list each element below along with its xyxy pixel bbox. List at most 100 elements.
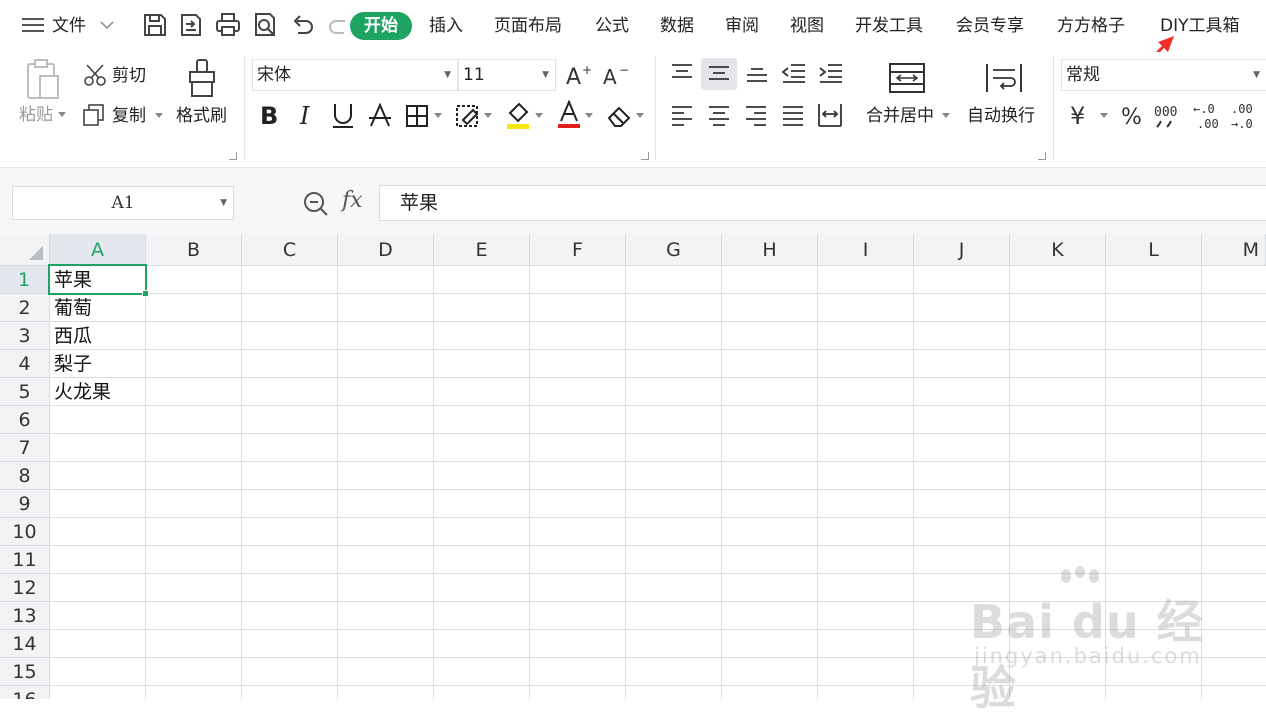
row-header-1[interactable]: 1: [0, 266, 50, 294]
decrease-indent-icon[interactable]: [781, 62, 807, 84]
copy-icon[interactable]: [83, 104, 105, 126]
align-center-icon[interactable]: [707, 104, 731, 126]
row-header-16[interactable]: 16: [0, 686, 50, 699]
fx-insert-function-button[interactable]: fx: [342, 188, 363, 213]
bold-icon[interactable]: B: [258, 102, 282, 128]
column-header-b[interactable]: B: [146, 234, 242, 266]
file-menu[interactable]: 文件: [52, 14, 86, 38]
decrease-font-size-icon[interactable]: A −: [603, 62, 631, 88]
cell-style-dropdown-icon[interactable]: [484, 113, 492, 119]
print-preview-icon[interactable]: [253, 12, 279, 38]
row-header-6[interactable]: 6: [0, 406, 50, 434]
tab-page-layout[interactable]: 页面布局: [494, 14, 562, 38]
percent-format-icon[interactable]: %: [1120, 102, 1144, 128]
paste-label[interactable]: 粘贴: [19, 104, 53, 126]
tab-formulas[interactable]: 公式: [595, 14, 629, 38]
cell-a5[interactable]: 火龙果: [50, 378, 146, 406]
font-size-select[interactable]: 11 ▼: [458, 59, 556, 91]
scissors-icon[interactable]: [84, 64, 106, 86]
increase-font-size-icon[interactable]: A +: [566, 62, 594, 88]
font-group-launcher[interactable]: [641, 152, 649, 160]
distributed-align-icon[interactable]: [817, 102, 843, 128]
column-header-c[interactable]: C: [242, 234, 338, 266]
wrap-text-icon[interactable]: [985, 62, 1023, 96]
borders-dropdown-icon[interactable]: [434, 113, 442, 119]
merge-center-label[interactable]: 合并居中: [866, 105, 934, 127]
merge-center-icon[interactable]: [888, 62, 928, 96]
number-format-select[interactable]: 常规 ▼: [1061, 59, 1266, 91]
clipboard-group-launcher[interactable]: [229, 152, 237, 160]
currency-format-icon[interactable]: ¥: [1068, 102, 1094, 128]
tab-developer[interactable]: 开发工具: [855, 14, 923, 38]
align-right-icon[interactable]: [744, 104, 768, 126]
cell-a4[interactable]: 梨子: [50, 350, 146, 378]
cell-a2[interactable]: 葡萄: [50, 294, 146, 322]
active-cell-selection[interactable]: [48, 264, 149, 297]
row-header-3[interactable]: 3: [0, 322, 50, 350]
column-header-k[interactable]: K: [1010, 234, 1106, 266]
row-header-14[interactable]: 14: [0, 630, 50, 658]
column-header-j[interactable]: J: [914, 234, 1010, 266]
row-header-9[interactable]: 9: [0, 490, 50, 518]
borders-icon[interactable]: [405, 104, 429, 128]
align-left-icon[interactable]: [670, 104, 694, 126]
font-color-dropdown-icon[interactable]: [585, 113, 593, 119]
row-header-4[interactable]: 4: [0, 350, 50, 378]
font-color-icon[interactable]: [557, 100, 581, 130]
clear-format-dropdown-icon[interactable]: [636, 113, 644, 119]
redo-icon[interactable]: [326, 12, 352, 38]
chevron-down-icon[interactable]: [100, 20, 114, 30]
row-header-15[interactable]: 15: [0, 658, 50, 686]
zoom-formula-icon[interactable]: [302, 190, 330, 218]
hamburger-menu-icon[interactable]: [22, 16, 44, 34]
tab-fangfang-grid[interactable]: 方方格子: [1057, 14, 1125, 38]
column-header-h[interactable]: H: [722, 234, 818, 266]
column-header-m[interactable]: M: [1202, 234, 1266, 266]
paste-dropdown-icon[interactable]: [58, 112, 66, 118]
column-header-d[interactable]: D: [338, 234, 434, 266]
row-header-7[interactable]: 7: [0, 434, 50, 462]
currency-dropdown-icon[interactable]: [1100, 113, 1108, 119]
row-header-5[interactable]: 5: [0, 378, 50, 406]
tab-member[interactable]: 会员专享: [956, 14, 1024, 38]
print-icon[interactable]: [215, 12, 241, 38]
justify-icon[interactable]: [781, 104, 805, 126]
format-painter-label[interactable]: 格式刷: [176, 105, 227, 127]
clear-format-icon[interactable]: [606, 104, 632, 128]
align-top-icon[interactable]: [670, 62, 694, 84]
row-header-13[interactable]: 13: [0, 602, 50, 630]
copy-label[interactable]: 复制: [112, 105, 146, 127]
italic-icon[interactable]: I: [296, 102, 318, 128]
tab-data[interactable]: 数据: [660, 14, 694, 38]
format-painter-icon[interactable]: [186, 58, 220, 102]
thousands-separator-icon[interactable]: 000: [1154, 100, 1184, 130]
increase-indent-icon[interactable]: [818, 62, 844, 84]
align-bottom-icon[interactable]: [745, 62, 769, 84]
column-header-g[interactable]: G: [626, 234, 722, 266]
row-header-10[interactable]: 10: [0, 518, 50, 546]
column-header-a[interactable]: A: [50, 234, 146, 266]
wrap-text-label[interactable]: 自动换行: [967, 105, 1035, 127]
merge-dropdown-icon[interactable]: [942, 113, 950, 119]
paste-icon[interactable]: [24, 58, 62, 102]
font-name-select[interactable]: 宋体 ▼: [252, 59, 458, 91]
row-header-8[interactable]: 8: [0, 462, 50, 490]
tab-review[interactable]: 审阅: [725, 14, 759, 38]
fill-color-icon[interactable]: [505, 100, 531, 130]
save-icon[interactable]: [142, 12, 168, 38]
tab-view[interactable]: 视图: [790, 14, 824, 38]
tab-insert[interactable]: 插入: [429, 14, 463, 38]
column-header-l[interactable]: L: [1106, 234, 1202, 266]
export-pdf-icon[interactable]: [178, 12, 204, 38]
tab-home[interactable]: 开始: [350, 12, 412, 40]
align-middle-button[interactable]: [701, 58, 737, 90]
row-header-11[interactable]: 11: [0, 546, 50, 574]
copy-dropdown-icon[interactable]: [155, 113, 163, 119]
strikethrough-icon[interactable]: [368, 102, 392, 130]
underline-icon[interactable]: [331, 102, 355, 130]
undo-icon[interactable]: [290, 12, 316, 38]
increase-decimal-icon[interactable]: ←.0.00: [1193, 100, 1223, 132]
select-all-corner[interactable]: [0, 234, 50, 266]
name-box[interactable]: A1 ▼: [12, 186, 234, 220]
cell-style-icon[interactable]: [455, 104, 481, 128]
